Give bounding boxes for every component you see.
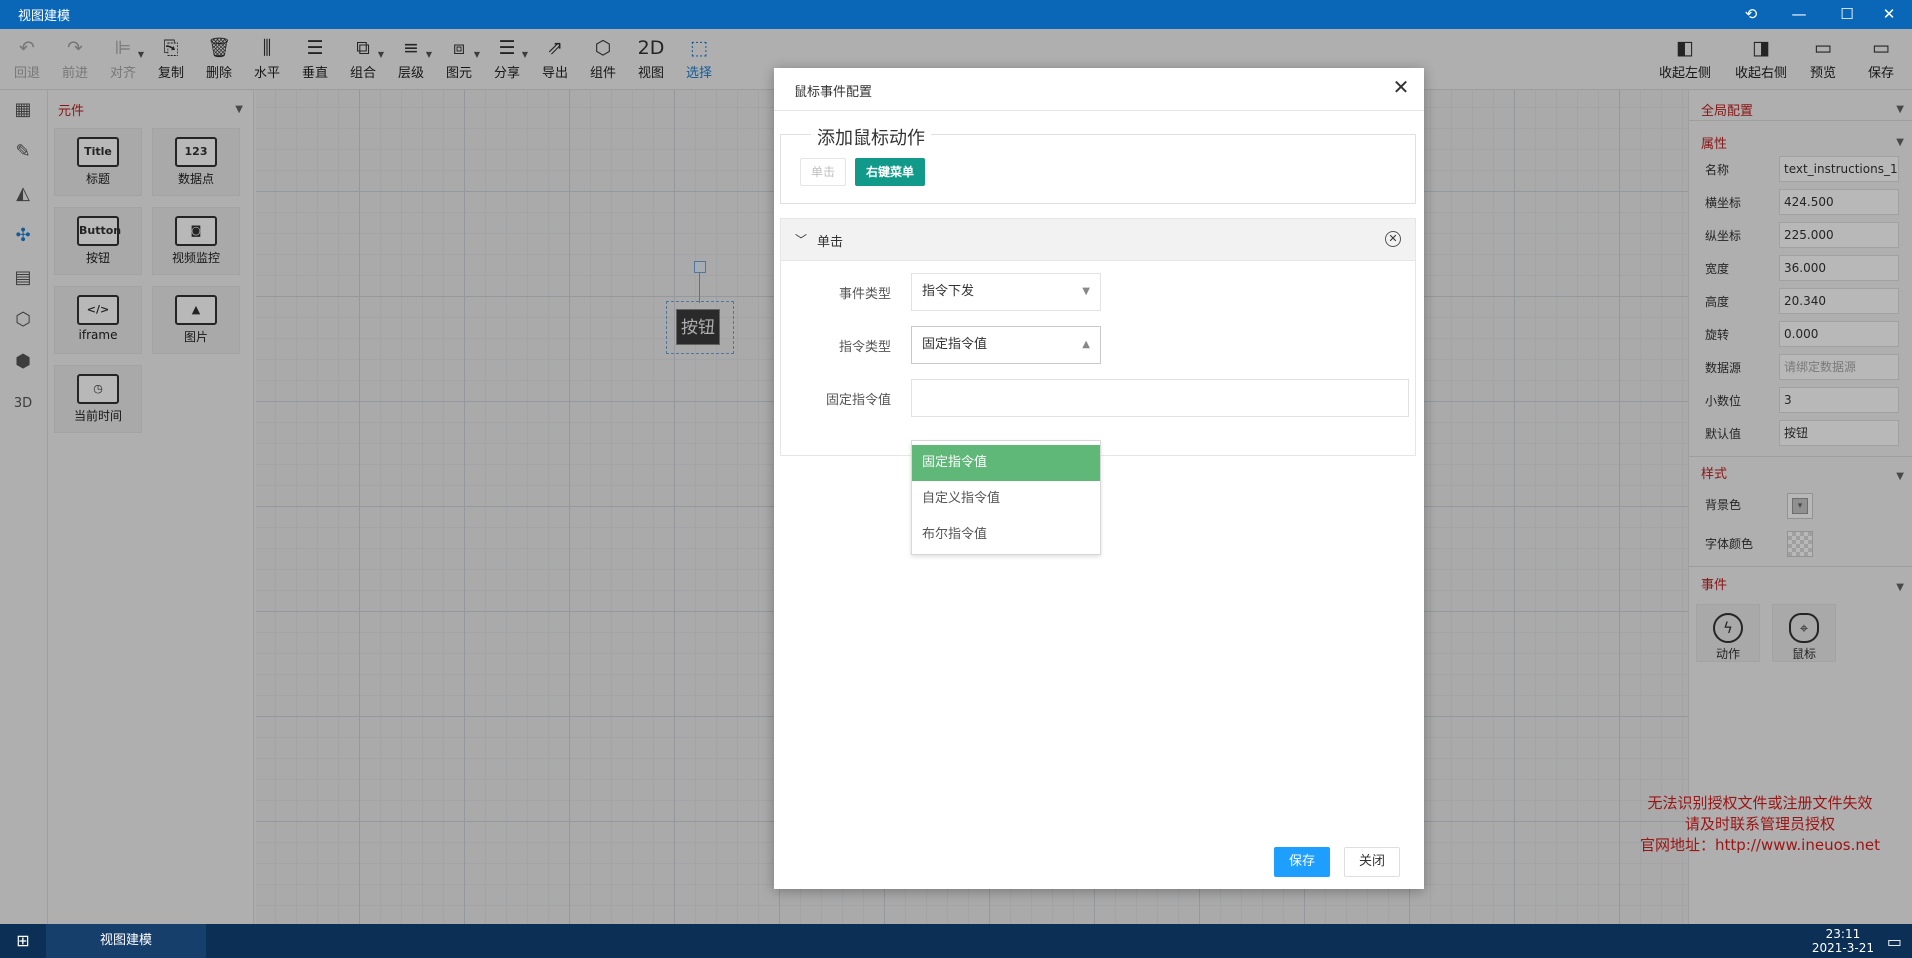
taskbar: ⊞ 视图建模 23:11 2021-3-21 ▭ xyxy=(0,924,1912,958)
clock-date: 2021-3-21 xyxy=(1811,941,1874,955)
clock-time: 23:11 xyxy=(1825,927,1861,941)
close-button[interactable]: 关闭 xyxy=(1344,847,1401,877)
clock[interactable]: 23:11 2021-3-21 xyxy=(1812,927,1874,955)
cmd-type-label: 指令类型 xyxy=(838,340,891,355)
single-click-button[interactable]: 单击 xyxy=(800,158,847,186)
event-type-select[interactable]: 指令下发 ▼ xyxy=(911,273,1101,311)
dropdown-option[interactable]: 布尔指令值 xyxy=(912,517,1100,553)
window-title: 视图建模 xyxy=(18,9,71,24)
cmd-type-select[interactable]: 固定指令值 ▲ xyxy=(911,326,1101,364)
dialog-title: 鼠标事件配置 xyxy=(794,85,873,100)
mouse-event-dialog: 鼠标事件配置 ✕ 添加鼠标动作 单击 右键菜单 ﹀ 单击 ✕ 事件类型 指令下发… xyxy=(774,68,1424,889)
taskbar-app[interactable]: 视图建模 xyxy=(46,924,206,958)
cmd-type-value: 固定指令值 xyxy=(922,337,988,352)
add-action-legend: 添加鼠标动作 xyxy=(811,124,931,150)
section-header[interactable]: ﹀ 单击 ✕ xyxy=(781,219,1415,261)
remove-section-icon[interactable]: ✕ xyxy=(1385,231,1401,247)
dropdown-option[interactable]: 自定义指令值 xyxy=(912,481,1100,517)
refresh-icon[interactable]: ⟲ xyxy=(1728,0,1774,29)
maximize-button[interactable]: ☐ xyxy=(1824,0,1870,29)
chevron-down-icon[interactable]: ﹀ xyxy=(795,231,807,248)
event-type-label: 事件类型 xyxy=(838,287,891,302)
dropdown-option[interactable]: 固定指令值 xyxy=(912,445,1100,481)
caret-up-icon: ▲ xyxy=(1082,339,1090,350)
save-button[interactable]: 保存 xyxy=(1274,847,1331,877)
close-window-button[interactable]: ✕ xyxy=(1866,0,1912,29)
single-click-section: ﹀ 单击 ✕ 事件类型 指令下发 ▼ 指令类型 固定指令值 ▲ 固定指令值 固定… xyxy=(780,218,1416,555)
right-menu-button[interactable]: 右键菜单 xyxy=(855,158,926,186)
section-title: 单击 xyxy=(817,235,844,250)
notification-icon[interactable]: ▭ xyxy=(1887,932,1902,951)
event-type-value: 指令下发 xyxy=(922,284,975,299)
windows-start-icon[interactable]: ⊞ xyxy=(0,924,46,958)
title-bar: 视图建模 ⟲ — ☐ ✕ xyxy=(0,0,1912,29)
cmd-value-label: 固定指令值 xyxy=(825,393,891,408)
close-icon[interactable]: ✕ xyxy=(1390,76,1412,98)
minimize-button[interactable]: — xyxy=(1776,0,1822,29)
cmd-value-input[interactable] xyxy=(911,379,1409,417)
caret-down-icon: ▼ xyxy=(1082,286,1090,297)
cmd-type-dropdown: 固定指令值 自定义指令值 布尔指令值 xyxy=(911,440,1101,555)
